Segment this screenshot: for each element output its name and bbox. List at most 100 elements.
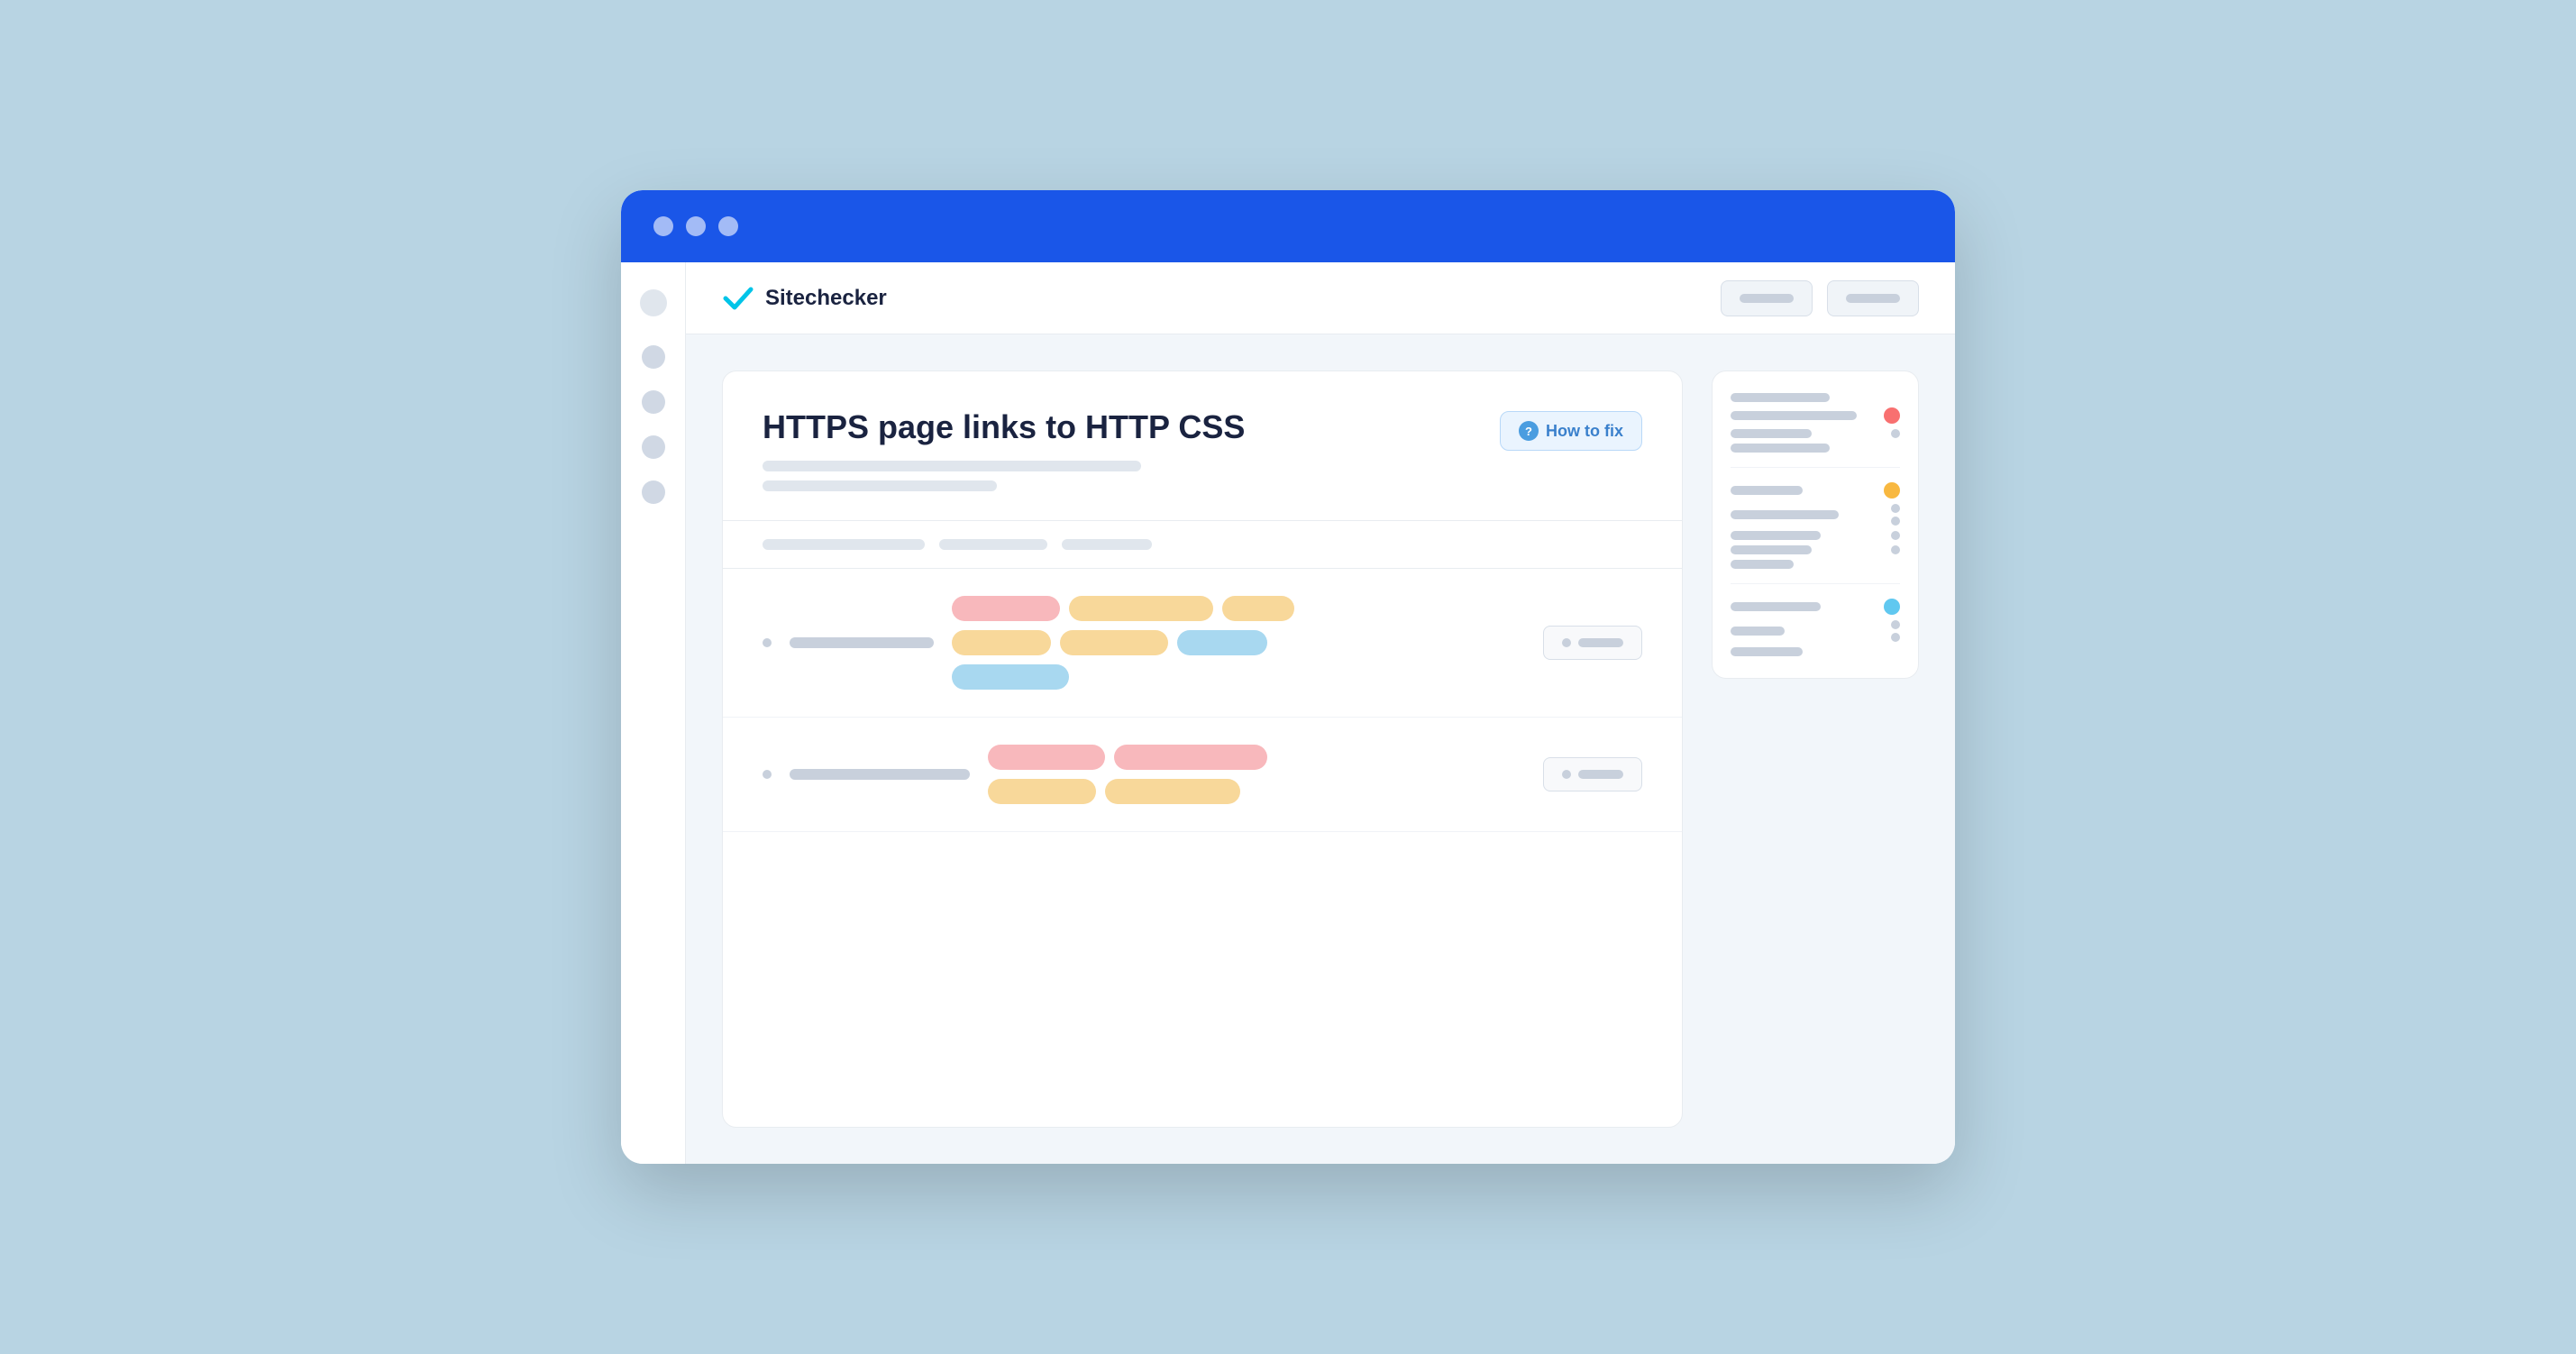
tag-orange-4 bbox=[1060, 630, 1168, 655]
rs-dot-red-1 bbox=[1884, 407, 1900, 424]
rs-row-3-2 bbox=[1731, 620, 1900, 642]
table-row-2 bbox=[723, 718, 1682, 832]
sitechecker-logo-icon bbox=[722, 286, 754, 311]
rs-dot-orange-1 bbox=[1884, 482, 1900, 499]
rs-row-3-3 bbox=[1731, 647, 1900, 656]
filter-bar-1 bbox=[763, 539, 925, 550]
how-to-fix-button[interactable]: ? How to fix bbox=[1500, 411, 1642, 451]
topnav-btn-2-bar bbox=[1846, 294, 1900, 303]
tags-line-1-1 bbox=[952, 596, 1294, 621]
rs-mini-dot-3 bbox=[1891, 531, 1900, 540]
browser-dots bbox=[653, 216, 738, 236]
how-to-fix-icon: ? bbox=[1519, 421, 1539, 441]
rs-mini-dot-2a bbox=[1891, 504, 1900, 513]
rs-row-2-1 bbox=[1731, 482, 1900, 499]
rs-mini-dots-3 bbox=[1891, 531, 1900, 540]
row-url-2 bbox=[790, 769, 970, 780]
right-sidebar bbox=[1712, 371, 1919, 1128]
tag-orange-1 bbox=[1069, 596, 1213, 621]
rs-bar-1-1 bbox=[1731, 393, 1830, 402]
tag-red-2 bbox=[988, 745, 1105, 770]
tag-orange-5 bbox=[988, 779, 1096, 804]
rs-mini-dot-4 bbox=[1891, 545, 1900, 554]
tag-orange-6 bbox=[1105, 779, 1240, 804]
rs-section-3 bbox=[1731, 599, 1900, 656]
subtitle-line-2 bbox=[763, 480, 997, 491]
ls-logo-circle bbox=[640, 289, 667, 316]
row-indicator-2 bbox=[763, 770, 772, 779]
rs-mini-dots-4 bbox=[1891, 545, 1900, 554]
tag-orange-3 bbox=[952, 630, 1051, 655]
row-tags-2 bbox=[988, 745, 1525, 804]
table-row bbox=[723, 569, 1682, 718]
rs-mini-dot-5a bbox=[1891, 620, 1900, 629]
panel-header: HTTPS page links to HTTP CSS ? How to fi… bbox=[723, 371, 1682, 521]
browser-titlebar bbox=[621, 190, 1955, 262]
browser-window: Sitechecker bbox=[621, 190, 1955, 1164]
topnav: Sitechecker bbox=[686, 262, 1955, 334]
logo-area: Sitechecker bbox=[722, 286, 1703, 311]
rs-bar-2-5 bbox=[1731, 560, 1794, 569]
logo-text: Sitechecker bbox=[765, 286, 887, 311]
main-panel: HTTPS page links to HTTP CSS ? How to fi… bbox=[722, 371, 1683, 1128]
rs-bar-3-3 bbox=[1731, 647, 1803, 656]
rs-row-3-1 bbox=[1731, 599, 1900, 615]
topnav-btn-1[interactable] bbox=[1721, 280, 1813, 316]
row-url-1 bbox=[790, 637, 934, 648]
rs-bar-1-4 bbox=[1731, 444, 1830, 453]
ls-nav-dot-2[interactable] bbox=[642, 390, 665, 414]
rs-section-1 bbox=[1731, 393, 1900, 468]
browser-dot-2 bbox=[686, 216, 706, 236]
rs-bar-2-2 bbox=[1731, 510, 1839, 519]
subtitle-line-1 bbox=[763, 461, 1141, 471]
action-dot-1 bbox=[1562, 638, 1571, 647]
ls-nav-dots bbox=[642, 345, 665, 504]
left-sidebar bbox=[621, 262, 686, 1164]
panel-title: HTTPS page links to HTTP CSS bbox=[763, 407, 1478, 446]
tags-line-2-1 bbox=[988, 745, 1267, 770]
panel-header-left: HTTPS page links to HTTP CSS bbox=[763, 407, 1478, 491]
ls-nav-dot-1[interactable] bbox=[642, 345, 665, 369]
row-action-1[interactable] bbox=[1543, 626, 1642, 660]
row-indicator-1 bbox=[763, 638, 772, 647]
rs-bar-3-2 bbox=[1731, 627, 1785, 636]
panel-subtitle-area bbox=[763, 461, 1478, 491]
rs-row-1-1 bbox=[1731, 393, 1900, 402]
tags-line-2-2 bbox=[988, 779, 1240, 804]
rs-row-2-4 bbox=[1731, 545, 1900, 554]
action-dot-2 bbox=[1562, 770, 1571, 779]
tag-blue-1 bbox=[1177, 630, 1267, 655]
row-tags-1 bbox=[952, 596, 1525, 690]
rs-row-2-5 bbox=[1731, 560, 1900, 569]
topnav-btn-2[interactable] bbox=[1827, 280, 1919, 316]
rs-mini-dot-2b bbox=[1891, 517, 1900, 526]
rs-mini-dots-5 bbox=[1891, 620, 1900, 642]
tag-blue-2 bbox=[952, 664, 1069, 690]
rs-bar-2-3 bbox=[1731, 531, 1821, 540]
rs-bar-3-1 bbox=[1731, 602, 1821, 611]
rs-mini-dot-1 bbox=[1891, 429, 1900, 438]
right-sidebar-inner bbox=[1712, 371, 1919, 679]
action-text-2 bbox=[1578, 770, 1623, 779]
rs-bar-2-1 bbox=[1731, 486, 1803, 495]
rs-section-2 bbox=[1731, 482, 1900, 584]
how-to-fix-label: How to fix bbox=[1546, 422, 1623, 441]
ls-nav-dot-3[interactable] bbox=[642, 435, 665, 459]
topnav-btn-1-bar bbox=[1740, 294, 1794, 303]
topnav-buttons bbox=[1721, 280, 1919, 316]
rs-dot-blue-1 bbox=[1884, 599, 1900, 615]
rs-row-2-2 bbox=[1731, 504, 1900, 526]
rs-bar-2-4 bbox=[1731, 545, 1812, 554]
action-text-1 bbox=[1578, 638, 1623, 647]
row-action-2[interactable] bbox=[1543, 757, 1642, 791]
ls-nav-dot-4[interactable] bbox=[642, 480, 665, 504]
rs-mini-dot-5b bbox=[1891, 633, 1900, 642]
rs-row-1-2 bbox=[1731, 407, 1900, 424]
tag-orange-2 bbox=[1222, 596, 1294, 621]
tag-red-3 bbox=[1114, 745, 1267, 770]
rs-mini-dots-2 bbox=[1891, 504, 1900, 526]
rs-row-1-3 bbox=[1731, 429, 1900, 438]
tags-line-1-2 bbox=[952, 630, 1267, 655]
page-content: HTTPS page links to HTTP CSS ? How to fi… bbox=[686, 334, 1955, 1164]
filter-bar-2 bbox=[939, 539, 1047, 550]
